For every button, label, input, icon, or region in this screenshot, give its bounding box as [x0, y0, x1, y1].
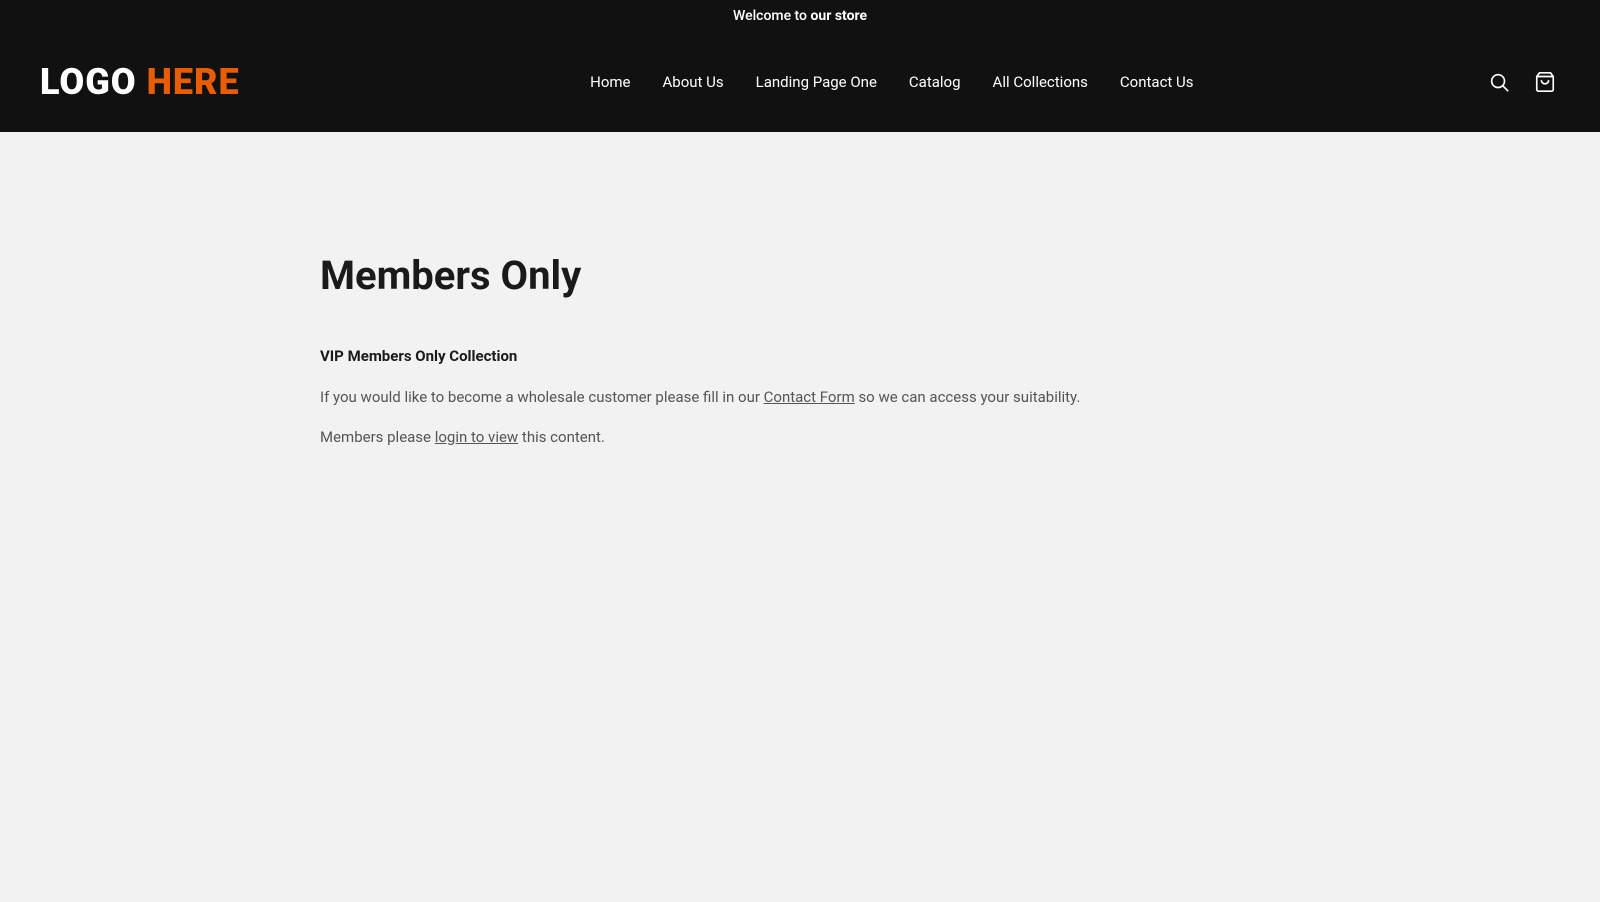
- search-button[interactable]: [1484, 67, 1514, 97]
- members-prefix: Members please: [320, 428, 435, 446]
- nav-item-catalog[interactable]: Catalog: [909, 73, 961, 91]
- header-icons: [1484, 67, 1560, 97]
- nav-item-contact-us[interactable]: Contact Us: [1120, 73, 1194, 91]
- login-to-view-link[interactable]: login to view: [435, 428, 518, 446]
- header: LOGO HERE Home About Us Landing Page One…: [0, 32, 1600, 132]
- contact-form-link[interactable]: Contact Form: [764, 388, 855, 406]
- description-suffix: so we can access your suitability.: [855, 388, 1081, 406]
- main-nav: Home About Us Landing Page One Catalog A…: [240, 73, 1484, 91]
- collection-subtitle: VIP Members Only Collection: [320, 347, 1600, 365]
- nav-item-about-us[interactable]: About Us: [663, 73, 724, 91]
- cart-button[interactable]: [1530, 67, 1560, 97]
- nav-item-home[interactable]: Home: [590, 73, 630, 91]
- description-prefix: If you would like to become a wholesale …: [320, 388, 764, 406]
- members-suffix: this content.: [518, 428, 605, 446]
- logo-text: LOGO HERE: [40, 61, 240, 103]
- announcement-text: Welcome to our store: [733, 8, 867, 24]
- members-text: Members please login to view this conten…: [320, 425, 1600, 449]
- search-icon: [1488, 71, 1510, 93]
- collection-description: If you would like to become a wholesale …: [320, 385, 1600, 409]
- announcement-bar: Welcome to our store: [0, 0, 1600, 32]
- logo-part1: LOGO: [40, 61, 137, 103]
- nav-item-all-collections[interactable]: All Collections: [993, 73, 1088, 91]
- announcement-link[interactable]: our store: [810, 8, 867, 24]
- nav-item-landing-page-one[interactable]: Landing Page One: [756, 73, 877, 91]
- page-title: Members Only: [320, 252, 1600, 299]
- logo-part2: HERE: [147, 61, 240, 103]
- cart-icon: [1534, 71, 1556, 93]
- logo[interactable]: LOGO HERE: [40, 61, 240, 103]
- main-content: Members Only VIP Members Only Collection…: [0, 132, 1600, 902]
